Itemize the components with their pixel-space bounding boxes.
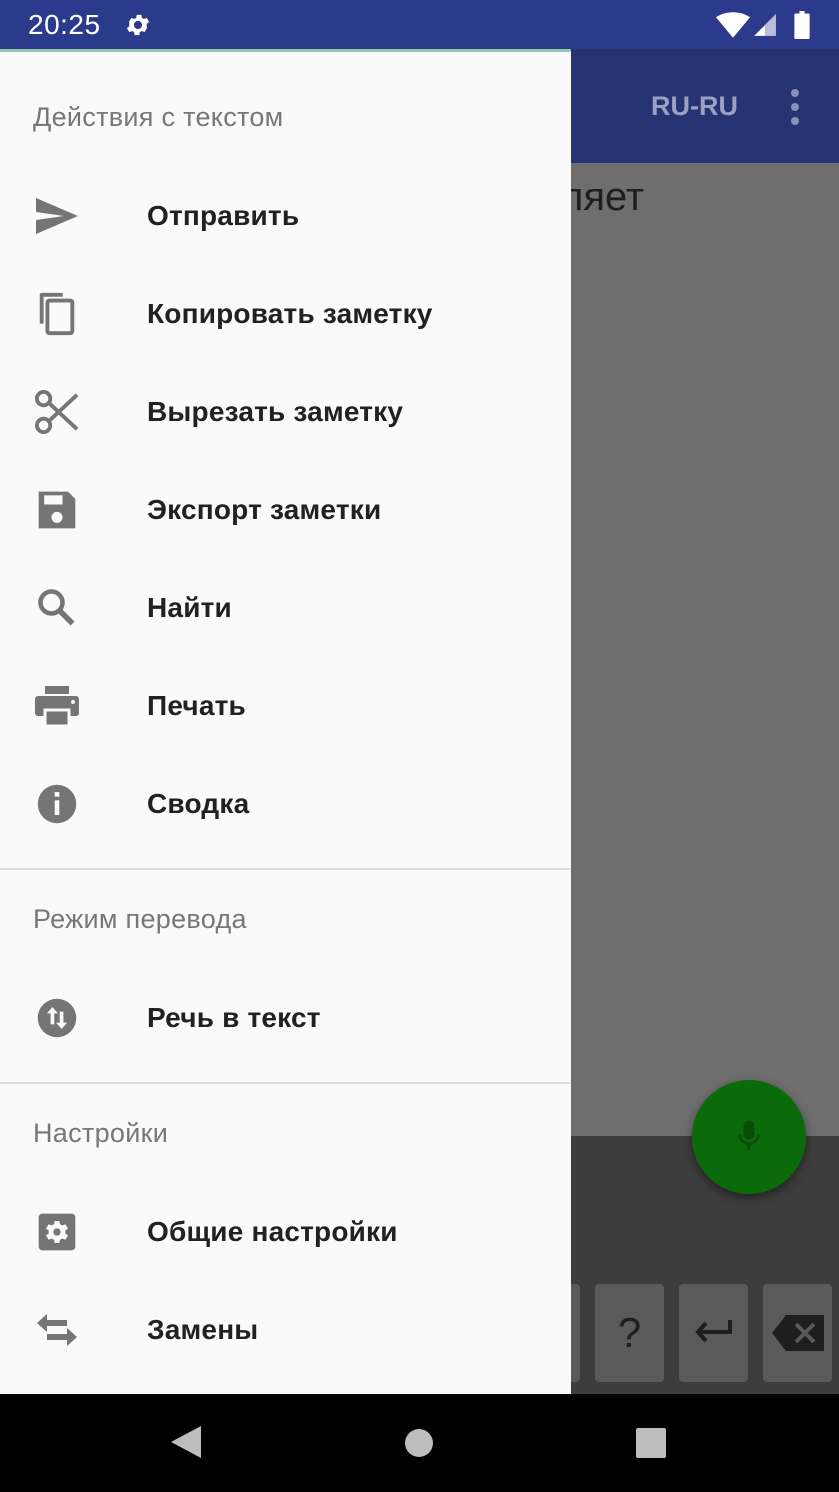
backspace-icon [771,1315,824,1351]
question-key[interactable]: ? [595,1284,664,1382]
section-title-text-actions: Действия с текстом [33,102,284,132]
menu-item-label: Печать [147,690,246,721]
section-title-settings: Настройки [33,1118,169,1148]
status-bar: 20:25 [0,0,839,49]
language-button[interactable]: RU-RU [651,91,738,122]
search-icon [38,589,75,626]
system-nav-bar [0,1394,839,1492]
navigation-drawer: Действия с текстом Отправить Копировать … [0,49,571,1394]
mic-icon [738,1120,760,1151]
editor-text: ляет [560,175,645,219]
backspace-key[interactable] [763,1284,832,1382]
menu-item-label: Вырезать заметку [147,396,404,427]
home-icon[interactable] [404,1428,434,1458]
section-divider [0,868,571,870]
recents-icon[interactable] [635,1427,667,1459]
swap-vert-icon [37,998,77,1038]
menu-item-cut-note[interactable]: Вырезать заметку [0,363,571,461]
drawer-top-accent [0,49,571,52]
menu-item-label: Отправить [147,200,300,231]
menu-item-replacements[interactable]: Замены [0,1281,571,1379]
enter-key[interactable] [679,1284,748,1382]
menu-item-speech-to-text[interactable]: Речь в текст [0,969,571,1067]
print-icon [35,686,79,726]
menu-item-summary[interactable]: Сводка [0,755,571,853]
status-time: 20:25 [28,9,101,40]
menu-item-label: Замены [147,1314,259,1345]
section-divider [0,1082,571,1084]
swap-horiz-icon [37,1314,77,1346]
gear-icon [126,14,150,36]
battery-icon [794,11,810,39]
menu-item-label: Речь в текст [147,1002,321,1033]
menu-item-label: Найти [147,592,232,623]
send-icon [36,198,78,234]
menu-item-print[interactable]: Печать [0,657,571,755]
menu-item-general-settings[interactable]: Общие настройки [0,1183,571,1281]
menu-item-label: Сводка [147,788,250,819]
copy-icon [39,292,75,336]
scissors-icon [34,389,79,435]
menu-item-label: Копировать заметку [147,298,433,329]
enter-icon [694,1320,732,1343]
settings-icon [38,1213,76,1251]
save-icon [38,491,76,529]
mic-fab-button[interactable] [692,1080,806,1194]
signal-icon [754,14,776,36]
more-vert-icon[interactable] [784,87,806,127]
back-icon[interactable] [169,1424,203,1460]
section-title-translation-mode: Режим перевода [33,904,247,934]
menu-item-label: Общие настройки [147,1216,398,1247]
info-icon [37,784,77,824]
menu-item-export-note[interactable]: Экспорт заметки [0,461,571,559]
menu-item-label: Экспорт заметки [147,494,382,525]
wifi-icon [716,12,750,38]
menu-item-send[interactable]: Отправить [0,167,571,265]
menu-item-find[interactable]: Найти [0,559,571,657]
menu-item-copy-note[interactable]: Копировать заметку [0,265,571,363]
